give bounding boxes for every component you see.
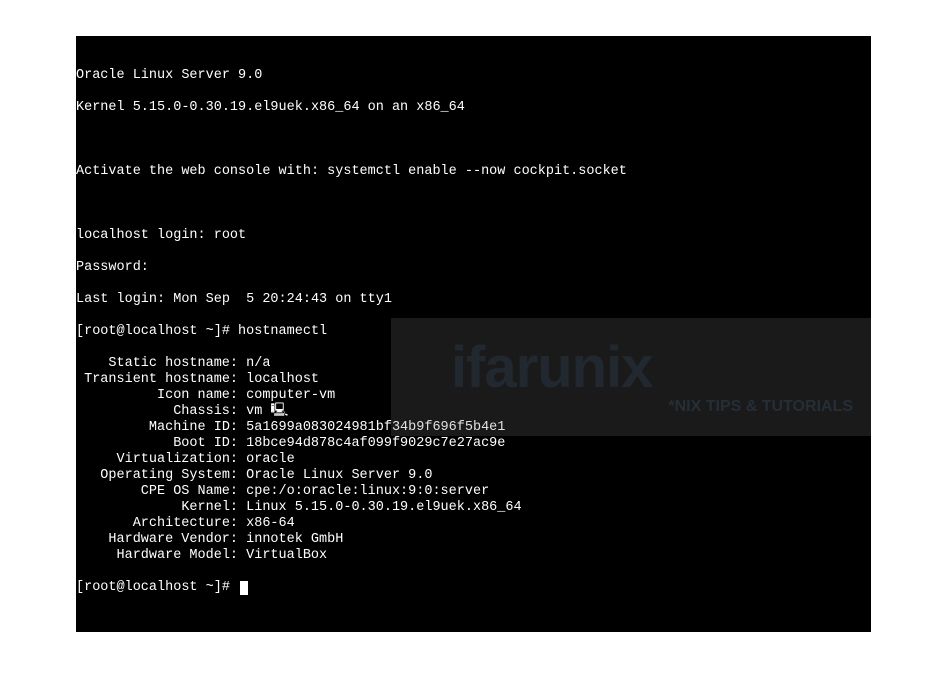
hostnamectl-row: Machine ID: 5a1699a083024981bf34b9f696f5… bbox=[76, 420, 871, 436]
hostnamectl-row: CPE OS Name: cpe:/o:oracle:linux:9:0:ser… bbox=[76, 484, 871, 500]
hostnamectl-sep: : bbox=[230, 420, 246, 436]
hostnamectl-label: Hardware Model bbox=[76, 548, 230, 564]
hostnamectl-label: Kernel bbox=[76, 500, 230, 516]
hostnamectl-value: localhost bbox=[246, 372, 319, 388]
hostnamectl-value: oracle bbox=[246, 452, 295, 468]
hostnamectl-sep: : bbox=[230, 356, 246, 372]
hostnamectl-row: Transient hostname: localhost bbox=[76, 372, 871, 388]
hostnamectl-row: Kernel: Linux 5.15.0-0.30.19.el9uek.x86_… bbox=[76, 500, 871, 516]
last-login-line: Last login: Mon Sep 5 20:24:43 on tty1 bbox=[76, 292, 871, 308]
hostnamectl-row: Boot ID: 18bce94d878c4af099f9029c7e27ac9… bbox=[76, 436, 871, 452]
hostnamectl-label: Boot ID bbox=[76, 436, 230, 452]
hostnamectl-row: Virtualization: oracle bbox=[76, 452, 871, 468]
hostnamectl-sep: : bbox=[230, 452, 246, 468]
hostnamectl-row: Architecture: x86-64 bbox=[76, 516, 871, 532]
shell-prompt: [root@localhost ~]# bbox=[76, 324, 238, 339]
banner-os: Oracle Linux Server 9.0 bbox=[76, 68, 871, 84]
hostnamectl-sep: : bbox=[230, 436, 246, 452]
blank-line bbox=[76, 132, 871, 148]
hostnamectl-label: Static hostname bbox=[76, 356, 230, 372]
hostnamectl-sep: : bbox=[230, 404, 246, 420]
hostnamectl-label: Operating System bbox=[76, 468, 230, 484]
hostnamectl-label: Architecture bbox=[76, 516, 230, 532]
hostnamectl-sep: : bbox=[230, 532, 246, 548]
hostnamectl-value: x86-64 bbox=[246, 516, 295, 532]
hostnamectl-sep: : bbox=[230, 388, 246, 404]
hostnamectl-label: Icon name bbox=[76, 388, 230, 404]
login-username: root bbox=[214, 228, 246, 243]
shell-prompt: [root@localhost ~]# bbox=[76, 580, 238, 595]
hostnamectl-row: Icon name: computer-vm bbox=[76, 388, 871, 404]
hostnamectl-label: Hardware Vendor bbox=[76, 532, 230, 548]
hostnamectl-value: computer-vm bbox=[246, 388, 335, 404]
hostnamectl-label: Transient hostname bbox=[76, 372, 230, 388]
hostnamectl-value: Oracle Linux Server 9.0 bbox=[246, 468, 432, 484]
command-line-2[interactable]: [root@localhost ~]# bbox=[76, 580, 871, 596]
terminal-console[interactable]: Oracle Linux Server 9.0 Kernel 5.15.0-0.… bbox=[76, 36, 871, 632]
hostnamectl-sep: : bbox=[230, 468, 246, 484]
hostnamectl-label: Chassis bbox=[76, 404, 230, 420]
hostnamectl-value: n/a bbox=[246, 356, 270, 372]
hostnamectl-label: Machine ID bbox=[76, 420, 230, 436]
activate-webconsole: Activate the web console with: systemctl… bbox=[76, 164, 871, 180]
hostnamectl-value: cpe:/o:oracle:linux:9:0:server bbox=[246, 484, 489, 500]
shell-command: hostnamectl bbox=[238, 324, 327, 339]
hostnamectl-value: vm 🖳 bbox=[246, 404, 288, 420]
hostnamectl-output: Static hostname: n/aTransient hostname: … bbox=[76, 356, 871, 564]
login-prompt-label: localhost login: bbox=[76, 228, 214, 243]
hostnamectl-label: CPE OS Name bbox=[76, 484, 230, 500]
hostnamectl-value: innotek GmbH bbox=[246, 532, 343, 548]
hostnamectl-sep: : bbox=[230, 500, 246, 516]
banner-kernel: Kernel 5.15.0-0.30.19.el9uek.x86_64 on a… bbox=[76, 100, 871, 116]
blank-line bbox=[76, 196, 871, 212]
hostnamectl-row: Static hostname: n/a bbox=[76, 356, 871, 372]
hostnamectl-value: 18bce94d878c4af099f9029c7e27ac9e bbox=[246, 436, 505, 452]
hostnamectl-value: 5a1699a083024981bf34b9f696f5b4e1 bbox=[246, 420, 505, 436]
cursor-icon bbox=[240, 581, 248, 595]
hostnamectl-sep: : bbox=[230, 484, 246, 500]
hostnamectl-row: Hardware Model: VirtualBox bbox=[76, 548, 871, 564]
hostnamectl-label: Virtualization bbox=[76, 452, 230, 468]
hostnamectl-row: Chassis: vm 🖳 bbox=[76, 404, 871, 420]
login-line: localhost login: root bbox=[76, 228, 871, 244]
password-line: Password: bbox=[76, 260, 871, 276]
hostnamectl-value: VirtualBox bbox=[246, 548, 327, 564]
command-line-1: [root@localhost ~]# hostnamectl bbox=[76, 324, 871, 340]
hostnamectl-sep: : bbox=[230, 548, 246, 564]
hostnamectl-row: Operating System: Oracle Linux Server 9.… bbox=[76, 468, 871, 484]
hostnamectl-value: Linux 5.15.0-0.30.19.el9uek.x86_64 bbox=[246, 500, 521, 516]
hostnamectl-sep: : bbox=[230, 516, 246, 532]
hostnamectl-sep: : bbox=[230, 372, 246, 388]
hostnamectl-row: Hardware Vendor: innotek GmbH bbox=[76, 532, 871, 548]
